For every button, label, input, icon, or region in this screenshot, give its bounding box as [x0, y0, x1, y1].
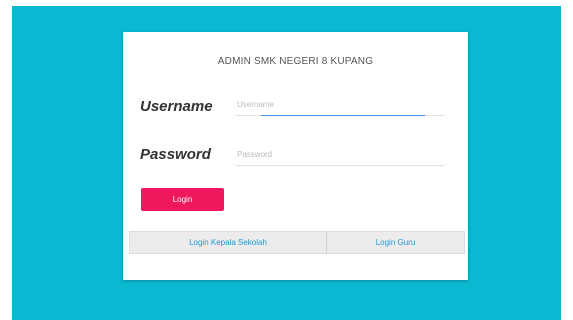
login-card: ADMIN SMK NEGERI 8 KUPANG Username Passw…: [123, 32, 468, 280]
alternate-login-links: Login Kepala Sekolah Login Guru: [129, 231, 465, 254]
password-input[interactable]: [235, 144, 447, 164]
login-guru-link[interactable]: Login Guru: [327, 232, 464, 253]
password-underline: [235, 165, 445, 166]
username-input[interactable]: [235, 94, 447, 114]
login-kepala-sekolah-link[interactable]: Login Kepala Sekolah: [130, 232, 327, 253]
password-label: Password: [140, 146, 211, 163]
page-title: ADMIN SMK NEGERI 8 KUPANG: [217, 56, 374, 67]
username-focus-underline: [261, 115, 425, 116]
login-button[interactable]: Login: [141, 188, 224, 211]
username-label: Username: [140, 98, 213, 115]
